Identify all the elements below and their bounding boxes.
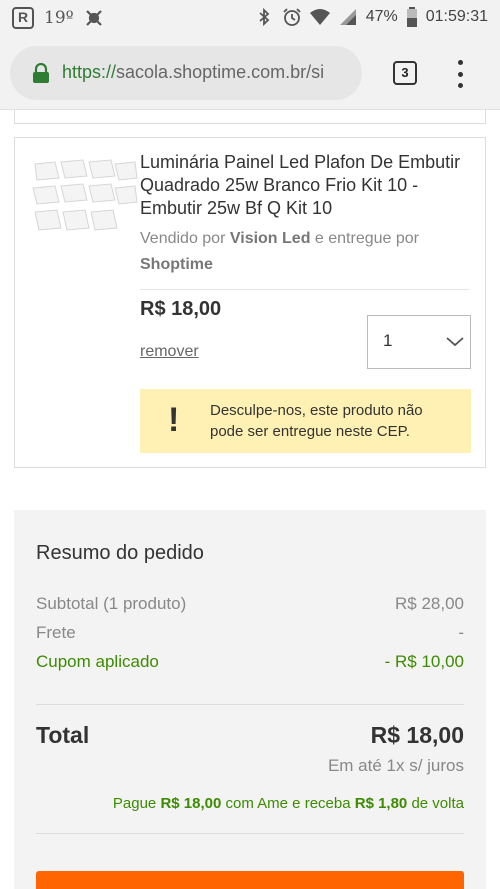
status-bar: R 19º 47% 01:59:31 xyxy=(0,0,500,36)
remove-item-link[interactable]: remover xyxy=(140,343,199,361)
previous-card-edge xyxy=(14,110,486,124)
product-price: R$ 18,00 xyxy=(140,298,222,320)
shipping-row: Frete - xyxy=(36,623,464,643)
summary-title: Resumo do pedido xyxy=(36,542,204,564)
checkout-button[interactable] xyxy=(36,871,464,889)
clock: 01:59:31 xyxy=(425,8,488,25)
coupon-row: Cupom aplicado - R$ 10,00 xyxy=(36,652,464,672)
total-row: Total R$ 18,00 xyxy=(36,722,464,749)
subtotal-row: Subtotal (1 produto) R$ 28,00 xyxy=(36,594,464,614)
shipping-value: - xyxy=(458,623,464,642)
divider xyxy=(140,289,470,290)
quantity-select[interactable]: 1 xyxy=(367,315,471,369)
dot-icon xyxy=(457,60,463,65)
divider xyxy=(36,704,464,705)
order-summary: Resumo do pedido Subtotal (1 produto) R$… xyxy=(14,510,486,889)
tab-switcher-button[interactable]: 3 xyxy=(393,61,417,85)
total-label: Total xyxy=(36,722,90,748)
subtotal-value: R$ 28,00 xyxy=(395,594,464,613)
coupon-value: - R$ 10,00 xyxy=(384,652,464,671)
temperature: 19º xyxy=(44,8,74,28)
signal-icon xyxy=(339,9,356,25)
url-text: https://sacola.shoptime.com.br/si xyxy=(62,62,325,82)
product-title[interactable]: Luminária Painel Led Plafon De Embutir Q… xyxy=(140,151,470,220)
product-image[interactable] xyxy=(31,158,139,242)
seller-name: Vision Led xyxy=(229,230,311,247)
bug-icon xyxy=(85,10,102,26)
total-value: R$ 18,00 xyxy=(370,722,464,748)
installments-text: Em até 1x s/ juros xyxy=(327,756,464,775)
bluetooth-icon xyxy=(259,7,270,27)
lock-icon xyxy=(33,63,49,83)
warning-icon: ! xyxy=(168,401,180,439)
wifi-icon xyxy=(309,9,330,25)
cart-item-card: Luminária Painel Led Plafon De Embutir Q… xyxy=(14,137,486,468)
chevron-down-icon xyxy=(446,337,464,347)
quantity-value: 1 xyxy=(383,331,393,350)
coupon-label: Cupom aplicado xyxy=(36,652,159,671)
dot-icon xyxy=(457,83,463,88)
seller-info: Vendido por Vision Led e entregue por Sh… xyxy=(140,230,419,273)
dot-icon xyxy=(457,71,463,77)
shipping-label: Frete xyxy=(36,623,76,642)
battery-percent: 47% xyxy=(365,8,398,25)
divider xyxy=(36,833,464,834)
ame-cashback-text: Pague R$ 18,00 com Ame e receba R$ 1,80 … xyxy=(112,795,464,812)
browser-toolbar: https://sacola.shoptime.com.br/si 3 xyxy=(0,36,500,110)
alarm-icon xyxy=(283,8,301,26)
r-app-icon: R xyxy=(12,7,34,29)
delivery-warning: ! Desculpe-nos, este produto não pode se… xyxy=(140,389,471,453)
warning-text: Desculpe-nos, este produto não pode ser … xyxy=(210,402,423,440)
subtotal-label: Subtotal (1 produto) xyxy=(36,594,187,613)
delivered-by: Shoptime xyxy=(140,256,213,273)
overflow-menu-button[interactable] xyxy=(455,60,465,88)
battery-icon xyxy=(406,7,417,27)
address-bar[interactable]: https://sacola.shoptime.com.br/si xyxy=(10,46,362,100)
